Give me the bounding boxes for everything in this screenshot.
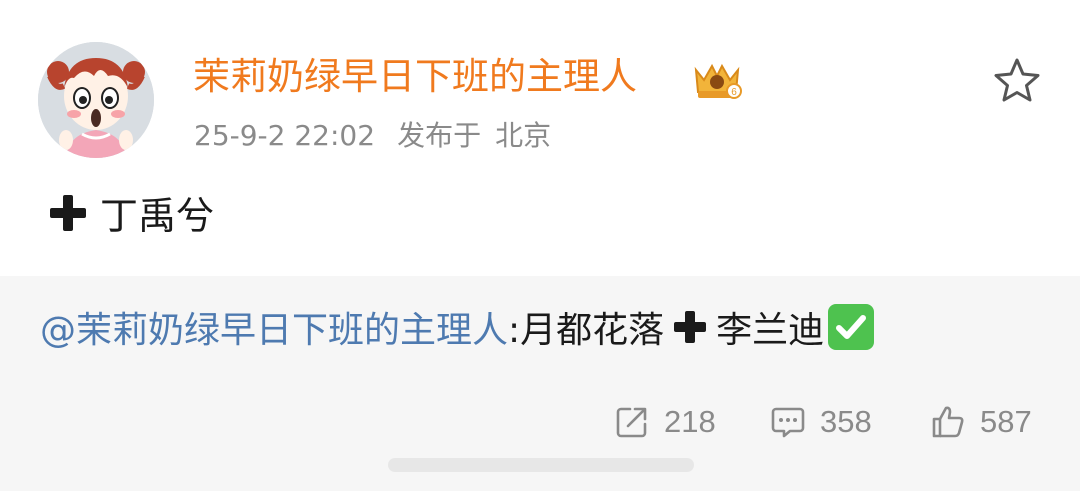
weibo-post-card: 茉莉奶绿早日下班的主理人 6 25-9-2 22:02 发布于 北京 丁禹兮 @…	[0, 0, 1080, 491]
like-count: 587	[980, 404, 1032, 439]
author-name[interactable]: 茉莉奶绿早日下班的主理人	[193, 53, 637, 101]
retweet-author-link[interactable]: @茉莉奶绿早日下班的主理人	[40, 310, 508, 351]
published-label: 发布于	[397, 119, 482, 152]
thumbs-up-icon	[932, 406, 964, 438]
heavy-plus-icon	[670, 307, 710, 347]
retweet-text-after: 李兰迪	[716, 310, 825, 351]
action-bar: 218 358 587	[0, 396, 1080, 448]
like-button[interactable]: 587	[930, 396, 1032, 448]
share-icon	[616, 407, 647, 438]
repost-count: 218	[664, 404, 716, 439]
post-timestamp: 25-9-2 22:02	[194, 119, 376, 152]
avatar[interactable]	[38, 42, 154, 158]
post-meta: 25-9-2 22:02 发布于 北京	[194, 114, 551, 158]
svg-text:6: 6	[731, 87, 737, 98]
repost-button[interactable]: 218	[614, 396, 716, 448]
post-body: 丁禹兮	[100, 194, 215, 238]
comment-icon	[771, 407, 805, 438]
comment-count: 358	[820, 404, 872, 439]
home-indicator[interactable]	[388, 458, 694, 472]
check-mark-button-icon	[828, 304, 875, 350]
post-location: 北京	[495, 119, 552, 152]
retweet-colon: :	[508, 310, 521, 351]
star-icon[interactable]	[990, 54, 1044, 108]
retweet-text-before: 月都花落	[520, 310, 665, 351]
avatar-illustration	[38, 42, 154, 158]
retweet-text: @茉莉奶绿早日下班的主理人:月都花落 李兰迪	[40, 304, 875, 357]
post-text: 丁禹兮	[46, 190, 214, 242]
crown-badge-icon[interactable]: 6	[690, 58, 744, 102]
heavy-plus-icon	[46, 191, 90, 235]
comment-button[interactable]: 358	[770, 396, 872, 448]
